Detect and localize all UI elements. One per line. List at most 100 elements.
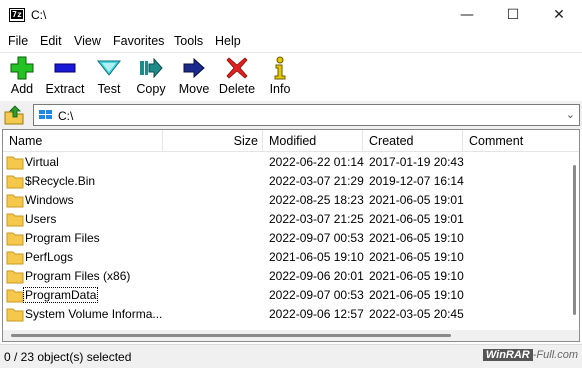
delete-button[interactable]: Delete — [218, 56, 256, 96]
watermark-domain: -Full.com — [532, 349, 578, 361]
cell-created: 2021-06-05 19:10 — [369, 250, 464, 264]
cell-created: 2021-06-05 19:01 — [369, 193, 464, 207]
cell-name: PerfLogs — [25, 250, 74, 264]
cell-name: ProgramData — [22, 287, 99, 303]
menu-edit[interactable]: Edit — [40, 34, 62, 48]
test-icon — [97, 60, 121, 76]
cell-name: System Volume Informa... — [25, 307, 163, 321]
menu-view[interactable]: View — [74, 34, 101, 48]
extract-button[interactable]: Extract — [44, 56, 86, 96]
add-icon — [10, 56, 34, 80]
list-item[interactable]: $Recycle.Bin 2022-03-07 21:29 2019-12-07… — [3, 172, 569, 191]
folder-icon — [6, 194, 24, 208]
cell-modified: 2022-09-07 00:53 — [269, 231, 364, 245]
menu-bar: File Edit View Favorites Tools Help — [0, 30, 582, 52]
add-button[interactable]: Add — [6, 56, 38, 96]
7zip-app-icon: 7z — [9, 8, 25, 22]
cell-name: Virtual — [25, 155, 59, 169]
folder-icon — [6, 175, 24, 189]
window-title: C:\ — [31, 8, 47, 22]
title-bar: 7z C:\ — ☐ ✕ — [0, 0, 582, 30]
folder-icon — [6, 251, 24, 265]
test-label: Test — [97, 82, 121, 96]
folder-up-button[interactable] — [3, 104, 27, 126]
maximize-button[interactable]: ☐ — [490, 0, 536, 30]
chevron-down-icon[interactable]: ⌄ — [566, 108, 575, 121]
close-button[interactable]: ✕ — [536, 0, 582, 30]
list-item[interactable]: Program Files (x86) 2022-09-06 20:01 202… — [3, 267, 569, 286]
cell-created: 2017-01-19 20:43 — [369, 155, 464, 169]
folder-icon — [6, 289, 24, 303]
vertical-scroll-thumb[interactable] — [573, 165, 576, 315]
info-icon — [274, 56, 286, 80]
list-body: Virtual 2022-06-22 01:14 2017-01-19 20:4… — [3, 153, 569, 329]
selection-status: 0 / 23 object(s) selected — [4, 350, 132, 364]
delete-label: Delete — [218, 82, 256, 96]
move-label: Move — [178, 82, 210, 96]
cell-modified: 2022-06-22 01:14 — [269, 155, 364, 169]
file-list: Name Size Modified Created Comment Virtu… — [2, 129, 580, 342]
folder-icon — [6, 232, 24, 246]
address-value: C:\ — [58, 109, 74, 123]
list-header: Name Size Modified Created Comment — [3, 130, 579, 152]
info-button[interactable]: Info — [266, 56, 294, 96]
drive-icon — [39, 110, 52, 119]
menu-favorites[interactable]: Favorites — [113, 34, 164, 48]
list-item[interactable]: Program Files 2022-09-07 00:53 2021-06-0… — [3, 229, 569, 248]
list-item[interactable]: ProgramData 2022-09-07 00:53 2021-06-05 … — [3, 286, 569, 305]
menu-tools[interactable]: Tools — [174, 34, 203, 48]
column-header-modified[interactable]: Modified — [263, 130, 363, 152]
add-label: Add — [10, 82, 34, 96]
cell-modified: 2022-09-06 20:01 — [269, 269, 364, 283]
cell-modified: 2022-08-25 18:23 — [269, 193, 364, 207]
address-input[interactable]: C:\ ⌄ — [33, 104, 580, 126]
cell-name: Program Files (x86) — [25, 269, 131, 283]
list-item[interactable]: Windows 2022-08-25 18:23 2021-06-05 19:0… — [3, 191, 569, 210]
horizontal-scroll-thumb[interactable] — [11, 334, 451, 337]
toolbar: Add Extract Test Copy Move Delete Info — [0, 52, 582, 101]
column-header-comment[interactable]: Comment — [463, 130, 579, 152]
cell-created: 2019-12-07 16:14 — [369, 174, 464, 188]
move-icon — [183, 57, 205, 79]
address-bar: C:\ ⌄ — [0, 101, 582, 129]
column-header-name[interactable]: Name — [3, 130, 163, 152]
move-button[interactable]: Move — [177, 56, 211, 96]
cell-modified: 2022-03-07 21:29 — [269, 174, 364, 188]
menu-help[interactable]: Help — [215, 34, 241, 48]
cell-created: 2021-06-05 19:01 — [369, 212, 464, 226]
copy-icon — [140, 57, 163, 79]
folder-icon — [6, 213, 24, 227]
cell-modified: 2022-09-06 12:57 — [269, 307, 364, 321]
vertical-scrollbar[interactable] — [569, 153, 579, 329]
minimize-button[interactable]: — — [444, 0, 490, 30]
menu-file[interactable]: File — [8, 34, 28, 48]
cell-name: $Recycle.Bin — [25, 174, 96, 188]
info-label: Info — [269, 82, 291, 96]
folder-icon — [6, 270, 24, 284]
cell-name: Users — [25, 212, 57, 226]
watermark: WinRAR -Full.com — [482, 349, 578, 361]
cell-created: 2022-03-05 20:45 — [369, 307, 464, 321]
cell-modified: 2022-03-07 21:25 — [269, 212, 364, 226]
folder-icon — [6, 156, 24, 170]
copy-button[interactable]: Copy — [134, 56, 168, 96]
status-bar: 0 / 23 object(s) selected WinRAR -Full.co… — [0, 344, 582, 368]
delete-icon — [226, 57, 248, 79]
extract-label: Extract — [45, 82, 85, 96]
extract-icon — [54, 63, 76, 73]
watermark-brand: WinRAR — [482, 349, 533, 361]
list-item[interactable]: Users 2022-03-07 21:25 2021-06-05 19:01 — [3, 210, 569, 229]
list-item[interactable]: PerfLogs 2021-06-05 19:10 2021-06-05 19:… — [3, 248, 569, 267]
list-item[interactable]: Virtual 2022-06-22 01:14 2017-01-19 20:4… — [3, 153, 569, 172]
folder-up-icon — [4, 105, 24, 125]
cell-name: Windows — [25, 193, 74, 207]
list-item[interactable]: System Volume Informa... 2022-09-06 12:5… — [3, 305, 569, 324]
cell-created: 2021-06-05 19:10 — [369, 231, 464, 245]
column-header-created[interactable]: Created — [363, 130, 463, 152]
column-header-size[interactable]: Size — [163, 130, 263, 152]
test-button[interactable]: Test — [94, 56, 124, 96]
cell-created: 2021-06-05 19:10 — [369, 288, 464, 302]
cell-modified: 2022-09-07 00:53 — [269, 288, 364, 302]
copy-label: Copy — [136, 82, 166, 96]
horizontal-scrollbar[interactable] — [3, 330, 579, 341]
